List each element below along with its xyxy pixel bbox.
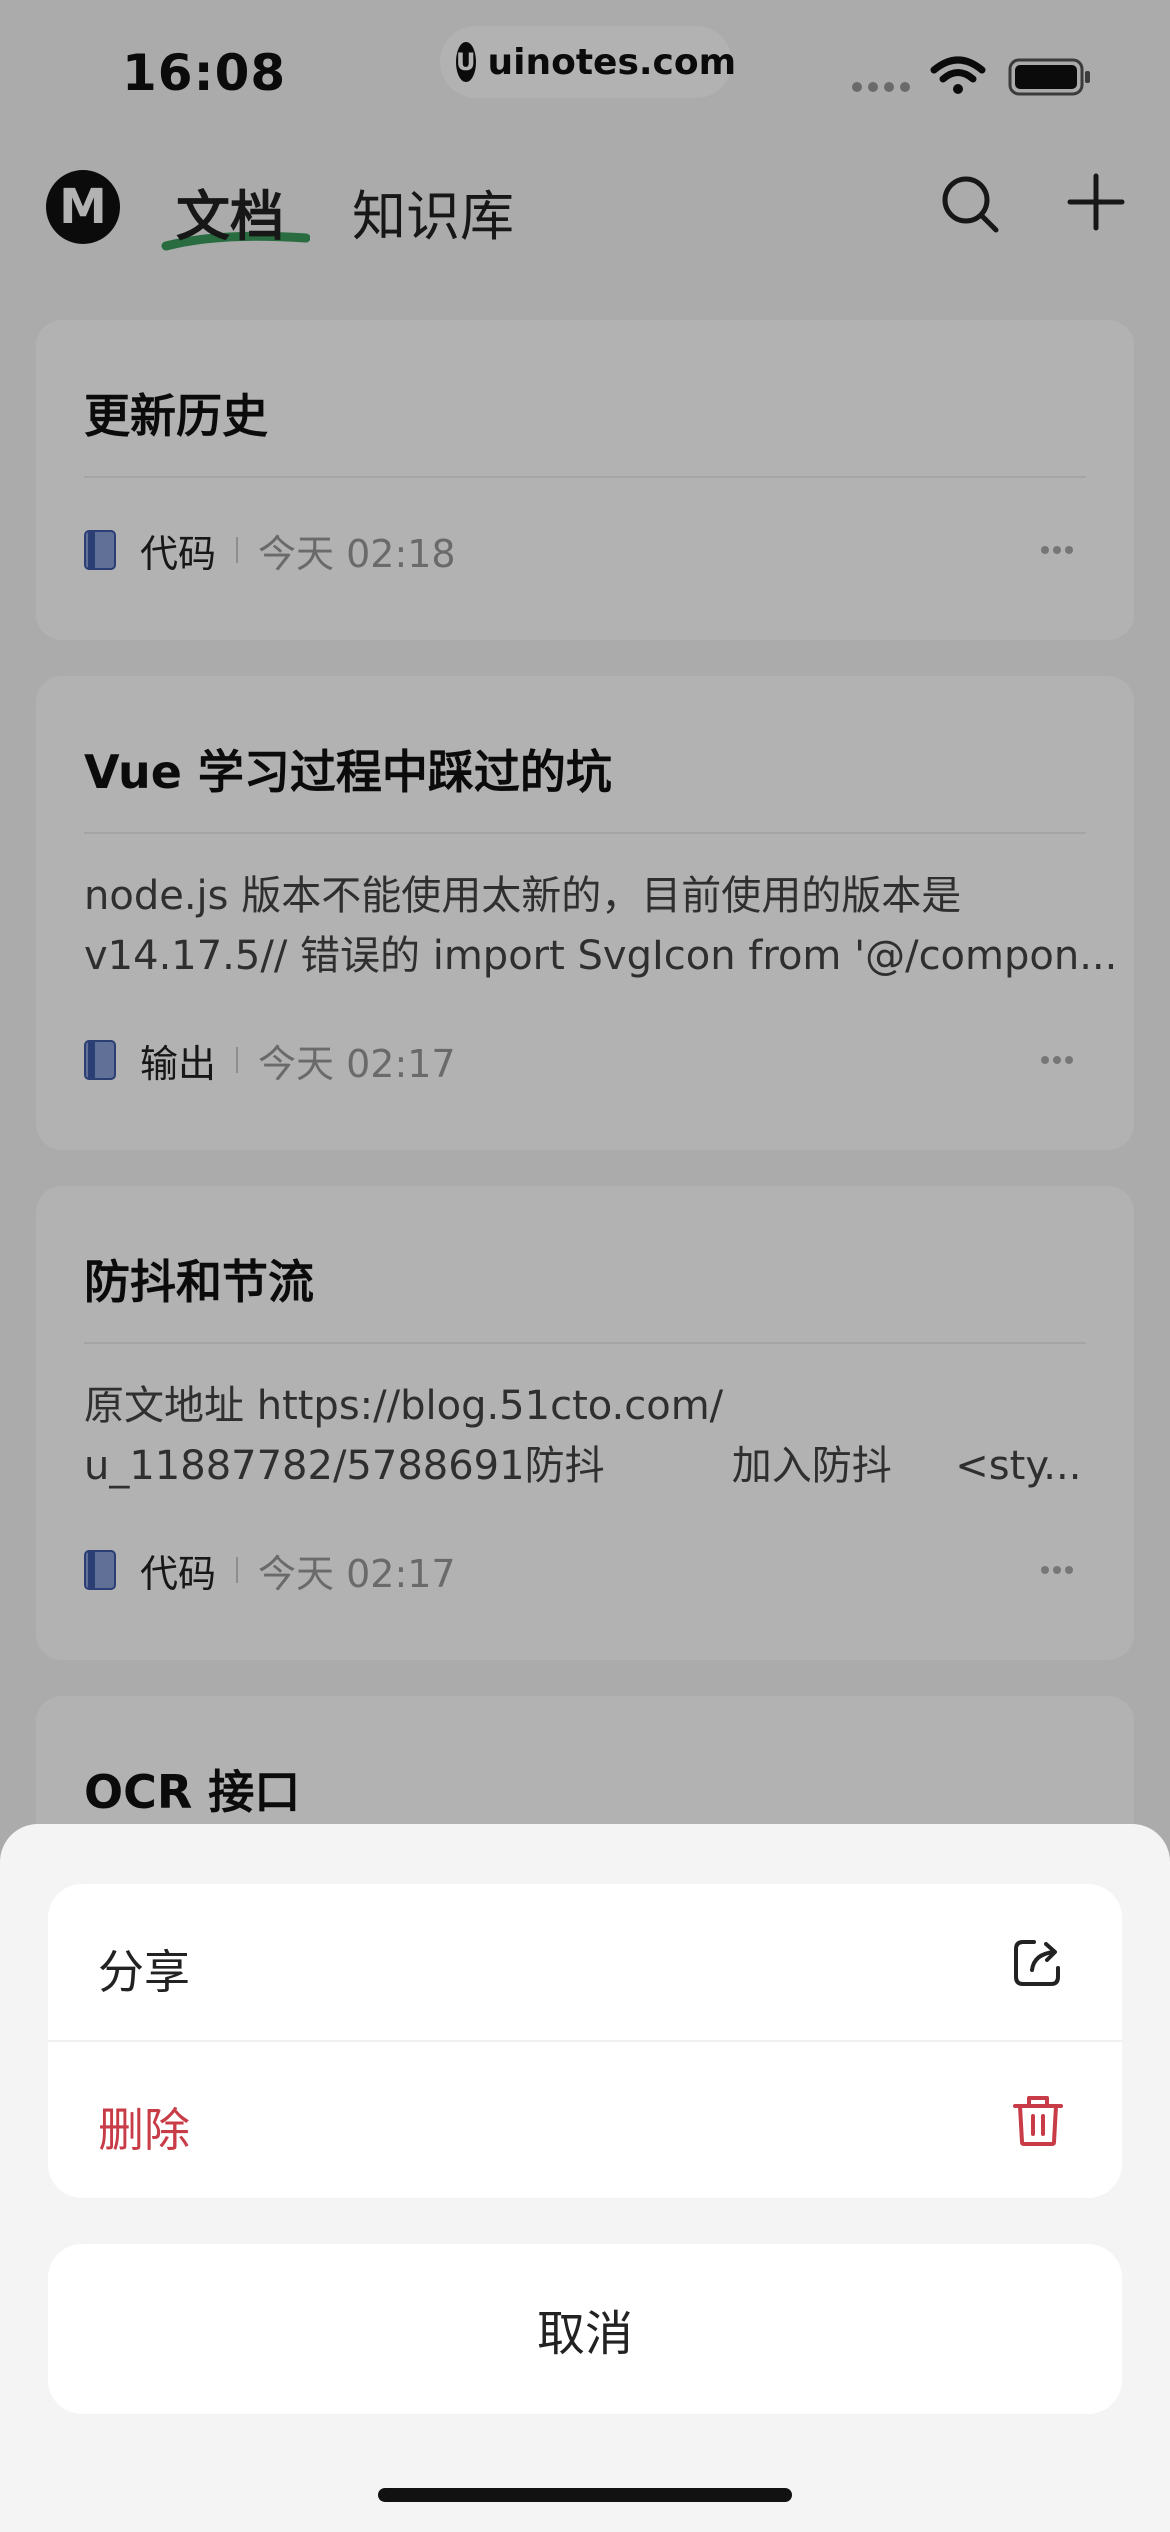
- trash-icon: [1013, 2096, 1063, 2146]
- home-indicator[interactable]: [378, 2488, 792, 2502]
- action-sheet-options: 分享 删除: [48, 1884, 1122, 2198]
- cancel-label: 取消: [536, 2306, 633, 2362]
- action-sheet: 分享 删除 取消: [0, 1824, 1170, 2532]
- cancel-button[interactable]: 取消: [48, 2244, 1122, 2414]
- delete-label: 删除: [98, 2103, 190, 2157]
- delete-button[interactable]: 删除: [48, 2042, 1122, 2198]
- share-label: 分享: [98, 1945, 190, 1999]
- share-button[interactable]: 分享: [48, 1884, 1122, 2040]
- share-icon: [1014, 1940, 1060, 1986]
